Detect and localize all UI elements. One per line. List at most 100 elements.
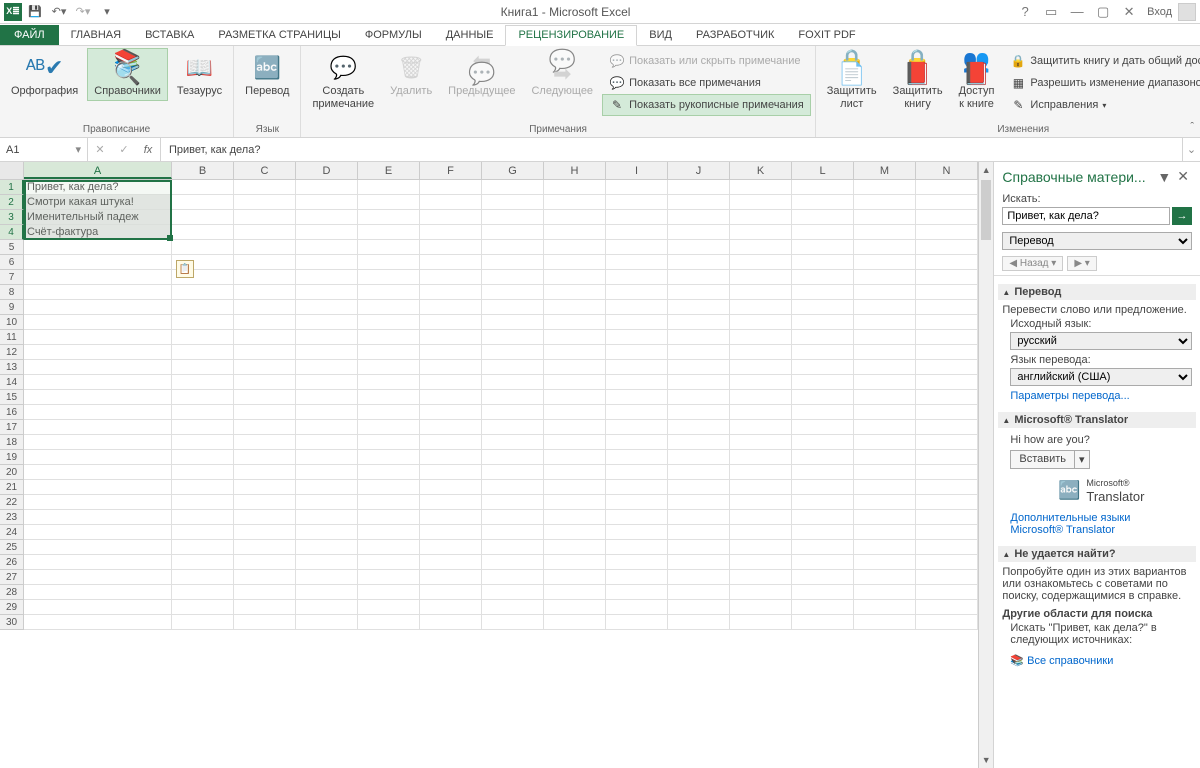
pane-menu-icon[interactable]: ▼ [1154,169,1174,185]
cell[interactable] [544,540,606,555]
cell[interactable] [172,495,234,510]
cell[interactable] [420,555,482,570]
cell[interactable] [296,540,358,555]
cell[interactable] [358,420,420,435]
cell[interactable] [792,180,854,195]
cell[interactable] [24,345,172,360]
tab-formulas[interactable]: ФОРМУЛЫ [353,26,434,45]
cell[interactable] [606,435,668,450]
cell[interactable] [296,285,358,300]
cell[interactable] [916,600,978,615]
col-header-f[interactable]: F [420,162,482,179]
cell[interactable] [730,495,792,510]
cell[interactable] [420,540,482,555]
translation-options-link[interactable]: Параметры перевода... [1010,390,1192,402]
cell[interactable] [916,195,978,210]
cell[interactable] [730,510,792,525]
cell[interactable] [854,285,916,300]
cell[interactable] [234,465,296,480]
insert-dropdown-icon[interactable]: ▾ [1075,450,1090,469]
cell[interactable] [296,390,358,405]
tab-insert[interactable]: ВСТАВКА [133,26,206,45]
cell[interactable] [668,210,730,225]
collapse-ribbon-icon[interactable]: ˆ [1190,121,1194,133]
cell[interactable] [730,255,792,270]
cell[interactable] [730,195,792,210]
cell[interactable] [172,435,234,450]
cell[interactable] [606,270,668,285]
cell[interactable] [668,360,730,375]
cell[interactable] [916,210,978,225]
cell[interactable] [420,615,482,630]
src-lang-select[interactable]: русский [1010,332,1192,350]
cell[interactable] [730,225,792,240]
cell[interactable] [792,195,854,210]
cell[interactable] [606,390,668,405]
cell[interactable] [854,240,916,255]
col-header-b[interactable]: B [172,162,234,179]
cell[interactable] [606,300,668,315]
cell[interactable] [296,570,358,585]
cell[interactable] [172,570,234,585]
cell[interactable] [234,315,296,330]
more-languages-link[interactable]: Дополнительные языки [1010,512,1192,524]
cell[interactable] [172,225,234,240]
cell[interactable] [234,330,296,345]
cell[interactable] [730,585,792,600]
cell[interactable] [234,270,296,285]
cell[interactable] [606,570,668,585]
cell[interactable] [606,210,668,225]
cell[interactable] [482,390,544,405]
cell[interactable] [358,360,420,375]
row-header[interactable]: 17 [0,420,24,435]
cell[interactable] [420,315,482,330]
cell[interactable] [792,240,854,255]
cell[interactable] [358,315,420,330]
cell[interactable] [24,390,172,405]
cell[interactable] [420,240,482,255]
cell[interactable] [172,540,234,555]
cell[interactable] [234,390,296,405]
cell[interactable] [668,180,730,195]
cell[interactable] [296,195,358,210]
cell[interactable] [730,330,792,345]
cell[interactable] [916,450,978,465]
all-references-link[interactable]: 📚 Все справочники [1002,652,1192,673]
allow-ranges-button[interactable]: ▦ Разрешить изменение диапазонов [1003,72,1200,94]
cell[interactable] [916,360,978,375]
cell[interactable]: Смотри какая штука! [24,195,172,210]
tab-file[interactable]: ФАЙЛ [0,25,59,45]
tab-home[interactable]: ГЛАВНАЯ [59,26,133,45]
cell[interactable] [358,390,420,405]
cell[interactable] [482,495,544,510]
cell[interactable] [916,300,978,315]
cell[interactable] [296,600,358,615]
cell[interactable] [544,195,606,210]
cell[interactable] [24,600,172,615]
cell[interactable] [668,300,730,315]
cell[interactable] [420,405,482,420]
thesaurus-button[interactable]: 📖 Тезаурус [170,48,229,101]
cell[interactable] [792,420,854,435]
cell[interactable] [854,195,916,210]
cell[interactable] [792,495,854,510]
cell[interactable] [730,435,792,450]
cell[interactable] [296,210,358,225]
cell[interactable] [916,375,978,390]
cell[interactable] [234,525,296,540]
row-header[interactable]: 25 [0,540,24,555]
ribbon-options-icon[interactable]: ▭ [1039,2,1063,22]
cell[interactable] [234,570,296,585]
cell[interactable] [544,240,606,255]
cell[interactable] [24,510,172,525]
cell[interactable] [358,375,420,390]
cell[interactable] [482,540,544,555]
row-header[interactable]: 9 [0,300,24,315]
cell[interactable] [358,195,420,210]
cell[interactable] [24,375,172,390]
cell[interactable] [916,420,978,435]
cell[interactable] [296,270,358,285]
cell[interactable] [296,615,358,630]
cell[interactable]: Именительный падеж [24,210,172,225]
cell[interactable] [668,225,730,240]
